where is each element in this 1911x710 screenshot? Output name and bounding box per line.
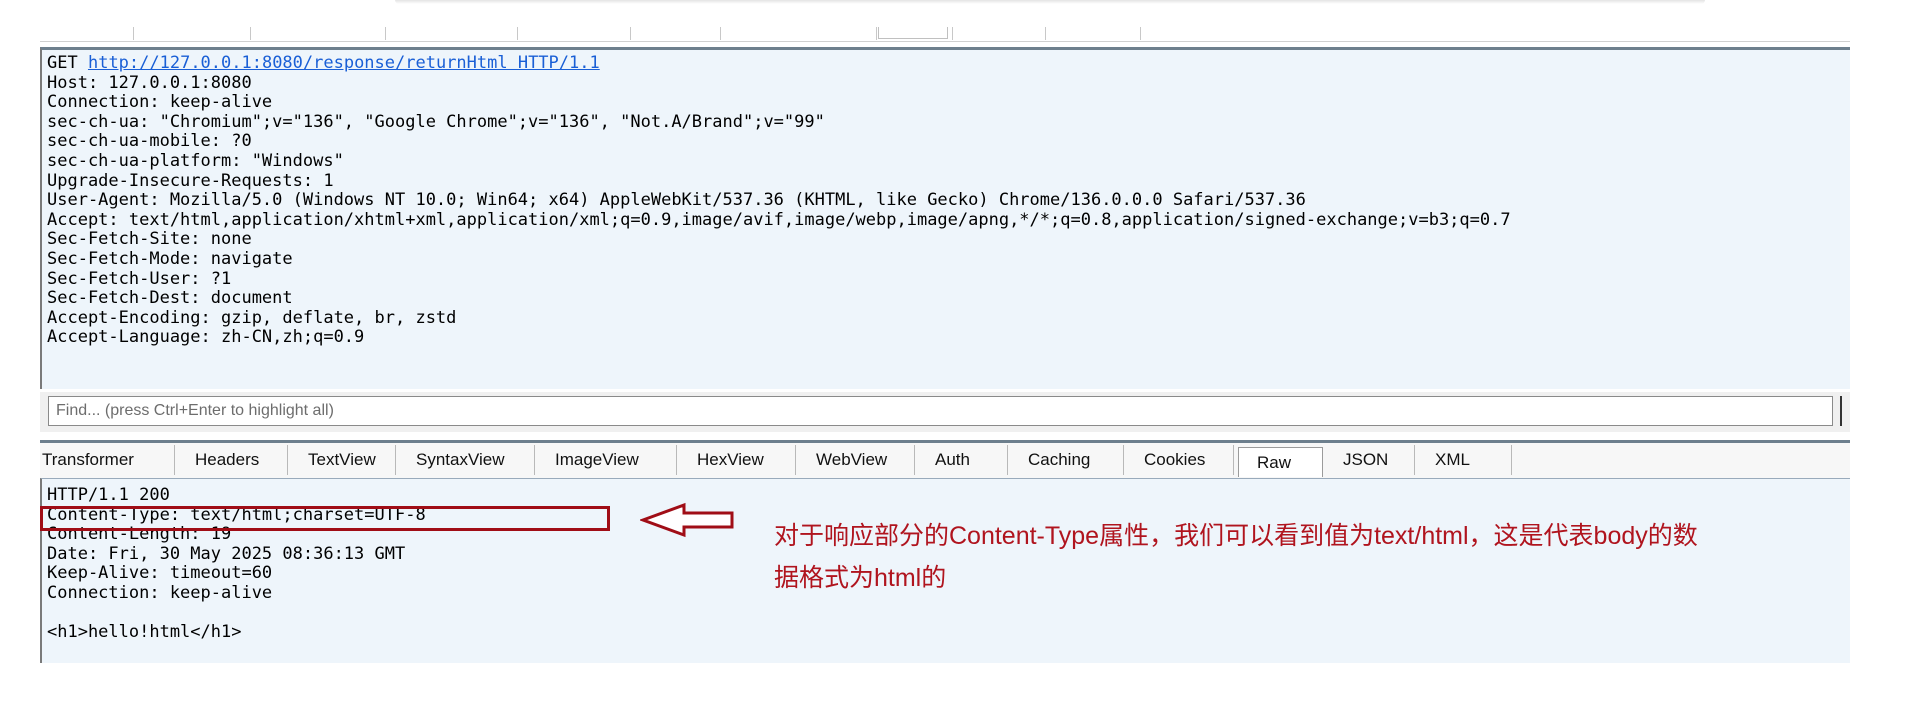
request-header-line: Sec-Fetch-Dest: document (47, 288, 293, 309)
tab-raw[interactable]: Raw (1238, 447, 1323, 477)
request-header-line: sec-ch-ua-platform: "Windows" (47, 150, 344, 171)
response-header-line: Date: Fri, 30 May 2025 08:36:13 GMT (47, 543, 406, 564)
tab-json[interactable]: JSON (1325, 445, 1415, 475)
tab-cookies[interactable]: Cookies (1126, 445, 1234, 475)
annotation-line-1: 对于响应部分的Content-Type属性，我们可以看到值为text/html，… (774, 522, 1698, 550)
request-url-link[interactable]: http://127.0.0.1:8080/response/returnHtm… (88, 53, 600, 73)
request-header-line: sec-ch-ua-mobile: ?0 (47, 131, 252, 152)
response-header-line: Connection: keep-alive (47, 582, 273, 603)
tab-hexview[interactable]: HexView (679, 445, 796, 475)
response-body-line: <h1>hello!html</h1> (47, 622, 242, 643)
request-header-line: Connection: keep-alive (47, 92, 273, 113)
find-input[interactable]: Find... (press Ctrl+Enter to highlight a… (48, 396, 1833, 426)
annotation-line-2: 据格式为html的 (774, 564, 947, 592)
request-header-line: Accept: text/html,application/xhtml+xml,… (47, 209, 1511, 230)
request-header-line: Sec-Fetch-Site: none (47, 229, 252, 250)
tab-xml[interactable]: XML (1417, 445, 1512, 475)
response-header-line: HTTP/1.1 200 (47, 485, 170, 505)
tab-transformer[interactable]: Transformer (40, 445, 175, 475)
tab-textview[interactable]: TextView (290, 445, 396, 475)
request-line: GET http://127.0.0.1:8080/response/retur… (47, 53, 1511, 74)
left-arrow-icon (640, 502, 734, 538)
tab-auth[interactable]: Auth (917, 445, 1008, 475)
request-header-line: Sec-Fetch-User: ?1 (47, 268, 232, 289)
tab-headers[interactable]: Headers (177, 445, 288, 475)
response-header-line (47, 604, 426, 624)
request-header-line: Sec-Fetch-Mode: navigate (47, 248, 293, 269)
tab-syntaxview[interactable]: SyntaxView (398, 445, 535, 475)
find-bar: Find... (press Ctrl+Enter to highlight a… (40, 392, 1850, 432)
request-header-line: Host: 127.0.0.1:8080 (47, 72, 252, 93)
annotation-text: 对于响应部分的Content-Type属性，我们可以看到值为text/html，… (774, 515, 1784, 599)
request-text: GET http://127.0.0.1:8080/response/retur… (47, 53, 1511, 348)
response-header-line: Keep-Alive: timeout=60 (47, 563, 273, 584)
request-header-line: Accept-Language: zh-CN,zh;q=0.9 (47, 327, 365, 348)
top-shadow (395, 0, 1705, 4)
request-header-line: User-Agent: Mozilla/5.0 (Windows NT 10.0… (47, 190, 1306, 211)
content-type-highlight-box (40, 506, 610, 531)
tab-imageview[interactable]: ImageView (537, 445, 677, 475)
request-raw-panel[interactable]: GET http://127.0.0.1:8080/response/retur… (40, 47, 1850, 389)
find-bar-edge (1840, 396, 1845, 426)
request-header-line: sec-ch-ua: "Chromium";v="136", "Google C… (47, 111, 825, 132)
request-method: GET (47, 53, 78, 73)
response-tab-bar: Transformer Headers TextView SyntaxView Imag… (40, 440, 1850, 478)
tab-caching[interactable]: Caching (1010, 445, 1124, 475)
tab-webview[interactable]: WebView (798, 445, 915, 475)
request-header-line: Upgrade-Insecure-Requests: 1 (47, 170, 334, 191)
upper-tab-strip-fragment (40, 27, 1850, 42)
request-headers: Host: 127.0.0.1:8080 Connection: keep-ali… (47, 72, 1511, 348)
request-header-line: Accept-Encoding: gzip, deflate, br, zstd (47, 307, 457, 328)
